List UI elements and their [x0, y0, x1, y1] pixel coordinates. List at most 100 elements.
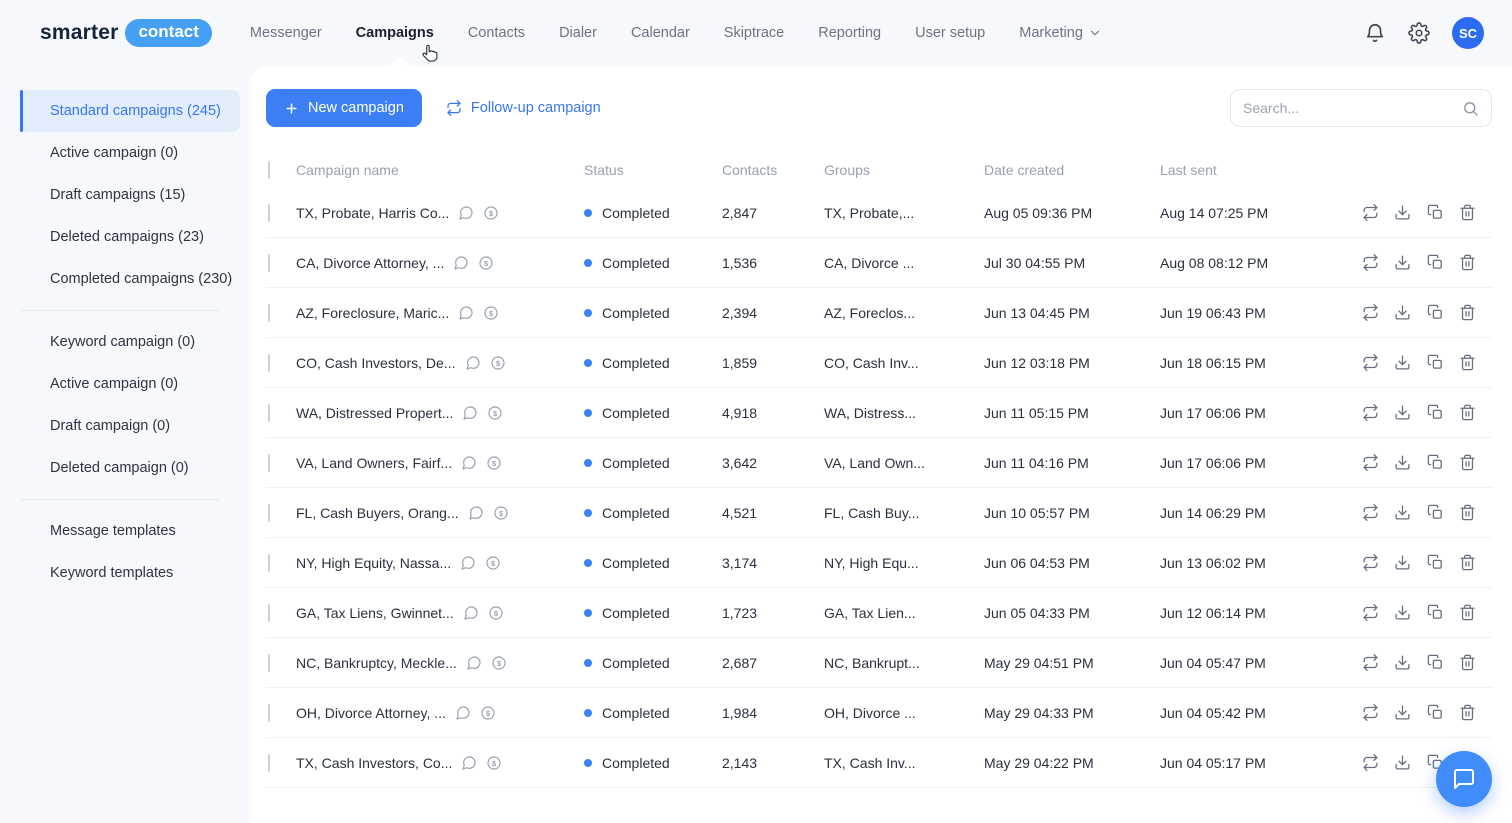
dollar-icon[interactable]: $: [485, 555, 501, 571]
message-icon[interactable]: [462, 405, 478, 421]
download-icon[interactable]: [1394, 404, 1411, 421]
sidebar-item-message-templates[interactable]: Message templates: [20, 510, 240, 552]
campaign-name[interactable]: TX, Cash Investors, Co...: [296, 755, 452, 771]
delete-icon[interactable]: [1459, 304, 1476, 321]
followup-icon[interactable]: [1362, 354, 1379, 371]
dollar-icon[interactable]: $: [483, 305, 499, 321]
duplicate-icon[interactable]: [1427, 354, 1444, 371]
sidebar-item-keyword-campaign-0[interactable]: Keyword campaign (0): [20, 321, 240, 363]
download-icon[interactable]: [1394, 504, 1411, 521]
delete-icon[interactable]: [1459, 654, 1476, 671]
duplicate-icon[interactable]: [1427, 254, 1444, 271]
followup-icon[interactable]: [1362, 604, 1379, 621]
delete-icon[interactable]: [1459, 604, 1476, 621]
nav-item-dialer[interactable]: Dialer: [559, 25, 597, 41]
nav-item-contacts[interactable]: Contacts: [468, 25, 525, 41]
duplicate-icon[interactable]: [1427, 654, 1444, 671]
followup-icon[interactable]: [1362, 254, 1379, 271]
campaign-name[interactable]: NY, High Equity, Nassa...: [296, 555, 451, 571]
dollar-icon[interactable]: $: [487, 405, 503, 421]
nav-item-calendar[interactable]: Calendar: [631, 25, 690, 41]
delete-icon[interactable]: [1459, 354, 1476, 371]
duplicate-icon[interactable]: [1427, 404, 1444, 421]
followup-icon[interactable]: [1362, 754, 1379, 771]
sidebar-item-draft-campaign-0[interactable]: Draft campaign (0): [20, 405, 240, 447]
followup-icon[interactable]: [1362, 704, 1379, 721]
followup-campaign-button[interactable]: Follow-up campaign: [446, 100, 601, 116]
search-input[interactable]: [1243, 100, 1454, 116]
sidebar-item-draft-campaigns-15[interactable]: Draft campaigns (15): [20, 174, 240, 216]
followup-icon[interactable]: [1362, 404, 1379, 421]
message-icon[interactable]: [463, 605, 479, 621]
delete-icon[interactable]: [1459, 454, 1476, 471]
message-icon[interactable]: [453, 255, 469, 271]
campaign-name[interactable]: AZ, Foreclosure, Maric...: [296, 305, 449, 321]
campaign-name[interactable]: CO, Cash Investors, De...: [296, 355, 456, 371]
download-icon[interactable]: [1394, 204, 1411, 221]
message-icon[interactable]: [458, 205, 474, 221]
duplicate-icon[interactable]: [1427, 454, 1444, 471]
row-checkbox[interactable]: [268, 653, 270, 672]
new-campaign-button[interactable]: New campaign: [266, 89, 422, 127]
nav-item-campaigns[interactable]: Campaigns: [356, 25, 434, 41]
delete-icon[interactable]: [1459, 704, 1476, 721]
chat-widget-button[interactable]: [1436, 751, 1492, 807]
nav-item-messenger[interactable]: Messenger: [250, 25, 322, 41]
campaign-name[interactable]: NC, Bankruptcy, Meckle...: [296, 655, 457, 671]
duplicate-icon[interactable]: [1427, 704, 1444, 721]
row-checkbox[interactable]: [268, 703, 270, 722]
user-avatar[interactable]: SC: [1452, 17, 1484, 49]
download-icon[interactable]: [1394, 754, 1411, 771]
duplicate-icon[interactable]: [1427, 604, 1444, 621]
followup-icon[interactable]: [1362, 204, 1379, 221]
download-icon[interactable]: [1394, 454, 1411, 471]
dollar-icon[interactable]: $: [486, 455, 502, 471]
row-checkbox[interactable]: [268, 403, 270, 422]
dollar-icon[interactable]: $: [490, 355, 506, 371]
message-icon[interactable]: [461, 755, 477, 771]
dollar-icon[interactable]: $: [493, 505, 509, 521]
download-icon[interactable]: [1394, 604, 1411, 621]
dollar-icon[interactable]: $: [488, 605, 504, 621]
row-checkbox[interactable]: [268, 503, 270, 522]
delete-icon[interactable]: [1459, 504, 1476, 521]
download-icon[interactable]: [1394, 304, 1411, 321]
sidebar-item-active-campaign-0[interactable]: Active campaign (0): [20, 132, 240, 174]
download-icon[interactable]: [1394, 654, 1411, 671]
row-checkbox[interactable]: [268, 303, 270, 322]
brand-logo[interactable]: smarter contact: [40, 19, 212, 47]
row-checkbox[interactable]: [268, 453, 270, 472]
campaign-name[interactable]: VA, Land Owners, Fairf...: [296, 455, 452, 471]
settings-gear-icon[interactable]: [1408, 22, 1430, 44]
download-icon[interactable]: [1394, 354, 1411, 371]
message-icon[interactable]: [466, 655, 482, 671]
row-checkbox[interactable]: [268, 203, 270, 222]
dollar-icon[interactable]: $: [480, 705, 496, 721]
dollar-icon[interactable]: $: [478, 255, 494, 271]
nav-item-user-setup[interactable]: User setup: [915, 25, 985, 41]
dollar-icon[interactable]: $: [491, 655, 507, 671]
message-icon[interactable]: [458, 305, 474, 321]
duplicate-icon[interactable]: [1427, 304, 1444, 321]
nav-item-skiptrace[interactable]: Skiptrace: [724, 25, 784, 41]
row-checkbox[interactable]: [268, 753, 270, 772]
select-all-checkbox[interactable]: [268, 161, 270, 179]
delete-icon[interactable]: [1459, 254, 1476, 271]
sidebar-item-standard-campaigns-245[interactable]: Standard campaigns (245): [20, 90, 240, 132]
sidebar-item-completed-campaigns-230[interactable]: Completed campaigns (230): [20, 258, 240, 300]
dollar-icon[interactable]: $: [483, 205, 499, 221]
download-icon[interactable]: [1394, 704, 1411, 721]
delete-icon[interactable]: [1459, 554, 1476, 571]
sidebar-item-active-campaign-0[interactable]: Active campaign (0): [20, 363, 240, 405]
followup-icon[interactable]: [1362, 304, 1379, 321]
nav-item-reporting[interactable]: Reporting: [818, 25, 881, 41]
nav-item-marketing[interactable]: Marketing: [1019, 25, 1102, 41]
campaign-name[interactable]: OH, Divorce Attorney, ...: [296, 705, 446, 721]
duplicate-icon[interactable]: [1427, 554, 1444, 571]
message-icon[interactable]: [468, 505, 484, 521]
campaign-name[interactable]: GA, Tax Liens, Gwinnet...: [296, 605, 454, 621]
message-icon[interactable]: [460, 555, 476, 571]
row-checkbox[interactable]: [268, 603, 270, 622]
followup-icon[interactable]: [1362, 554, 1379, 571]
duplicate-icon[interactable]: [1427, 204, 1444, 221]
